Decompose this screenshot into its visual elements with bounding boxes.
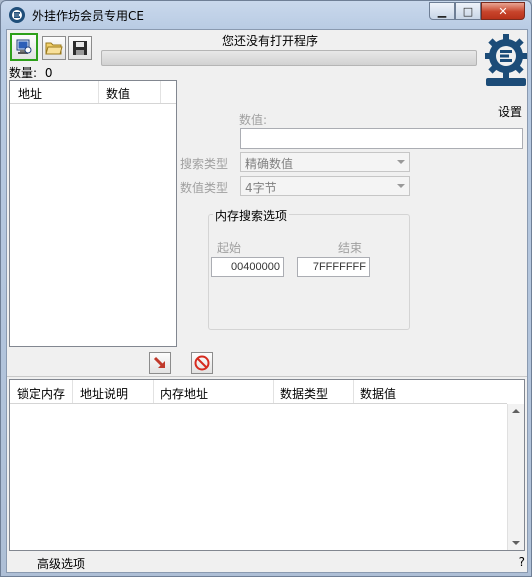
process-status-label: 您还没有打开程序: [222, 34, 319, 48]
value-type-select[interactable]: 4字节: [240, 176, 410, 196]
column-header-type[interactable]: 数据类型: [280, 385, 328, 402]
open-file-button[interactable]: [42, 36, 66, 60]
add-to-table-button[interactable]: [149, 352, 171, 374]
scan-type-label: 搜索类型: [180, 157, 229, 171]
column-header-freeze[interactable]: 锁定内存: [17, 385, 65, 402]
value-type-label: 数值类型: [180, 181, 229, 195]
cheat-engine-logo-icon[interactable]: [485, 32, 527, 92]
start-address-label: 起始: [217, 241, 242, 255]
scan-progress-bar: [101, 50, 477, 66]
found-list-header: 地址 数值: [10, 81, 176, 104]
column-divider[interactable]: [72, 380, 73, 403]
open-process-icon: [16, 39, 32, 54]
open-process-button[interactable]: [10, 33, 38, 61]
stop-address-input[interactable]: [297, 257, 370, 277]
minimize-button[interactable]: ▁: [429, 2, 455, 20]
column-header-address[interactable]: 地址: [18, 85, 42, 102]
column-header-address[interactable]: 内存地址: [160, 385, 208, 402]
splitter[interactable]: [7, 376, 527, 378]
window-controls: ▁ □ ✕: [429, 2, 525, 20]
cheat-table[interactable]: 锁定内存 地址说明 内存地址 数据类型 数据值: [9, 379, 525, 551]
memory-scan-options-title: 内存搜索选项: [213, 207, 290, 224]
open-file-icon: [45, 42, 63, 55]
column-divider[interactable]: [160, 81, 161, 103]
column-divider[interactable]: [153, 380, 154, 403]
maximize-button[interactable]: □: [455, 2, 481, 20]
no-entry-icon: [194, 355, 210, 371]
scroll-up-icon[interactable]: [512, 409, 520, 413]
title-bar[interactable]: 外挂作坊会员专用CE ▁ □ ✕: [1, 1, 531, 29]
cheat-table-header: 锁定内存 地址说明 内存地址 数据类型 数据值: [10, 380, 507, 404]
column-divider[interactable]: [98, 81, 99, 103]
found-count-label: 数量:: [9, 66, 38, 80]
close-button[interactable]: ✕: [481, 2, 525, 20]
settings-label[interactable]: 设置: [498, 103, 522, 120]
scan-type-select[interactable]: 精确数值: [240, 152, 410, 172]
main-window: 外挂作坊会员专用CE ▁ □ ✕ 您还没有打开程序 数量: 0 设置 地址 数值…: [0, 0, 532, 577]
save-icon: [73, 41, 87, 55]
cheat-engine-app-icon: [9, 7, 25, 23]
column-header-data-value[interactable]: 数据值: [360, 385, 396, 402]
chevron-down-icon: [397, 184, 405, 188]
column-divider[interactable]: [273, 380, 274, 403]
column-divider[interactable]: [353, 380, 354, 403]
help-link[interactable]: ?: [519, 555, 525, 569]
column-header-value[interactable]: 数值: [106, 85, 130, 102]
found-count-value: 0: [44, 66, 53, 80]
value-label: 数值:: [239, 113, 268, 127]
found-address-list[interactable]: 地址 数值: [9, 80, 177, 347]
arrow-down-right-icon: [153, 356, 165, 368]
save-button[interactable]: [68, 36, 92, 60]
start-address-input[interactable]: [211, 257, 284, 277]
close-icon: ✕: [498, 4, 508, 18]
value-type-value: 4字节: [245, 181, 277, 195]
value-input[interactable]: [240, 128, 523, 149]
clear-table-button[interactable]: [191, 352, 213, 374]
column-header-description[interactable]: 地址说明: [80, 385, 128, 402]
maximize-icon: □: [462, 4, 474, 18]
cheat-table-scrollbar[interactable]: [507, 404, 524, 550]
minimize-icon: ▁: [437, 4, 447, 18]
window-title: 外挂作坊会员专用CE: [32, 9, 144, 23]
scroll-down-icon[interactable]: [512, 541, 520, 545]
scan-type-value: 精确数值: [245, 157, 294, 171]
stop-address-label: 结束: [338, 241, 363, 255]
chevron-down-icon: [397, 160, 405, 164]
client-area: 您还没有打开程序 数量: 0 设置 地址 数值 数值: 搜索类型 精确数值 数值…: [6, 29, 528, 573]
found-count: 数量: 0: [9, 64, 53, 81]
advanced-options-link[interactable]: 高级选项: [37, 555, 85, 572]
